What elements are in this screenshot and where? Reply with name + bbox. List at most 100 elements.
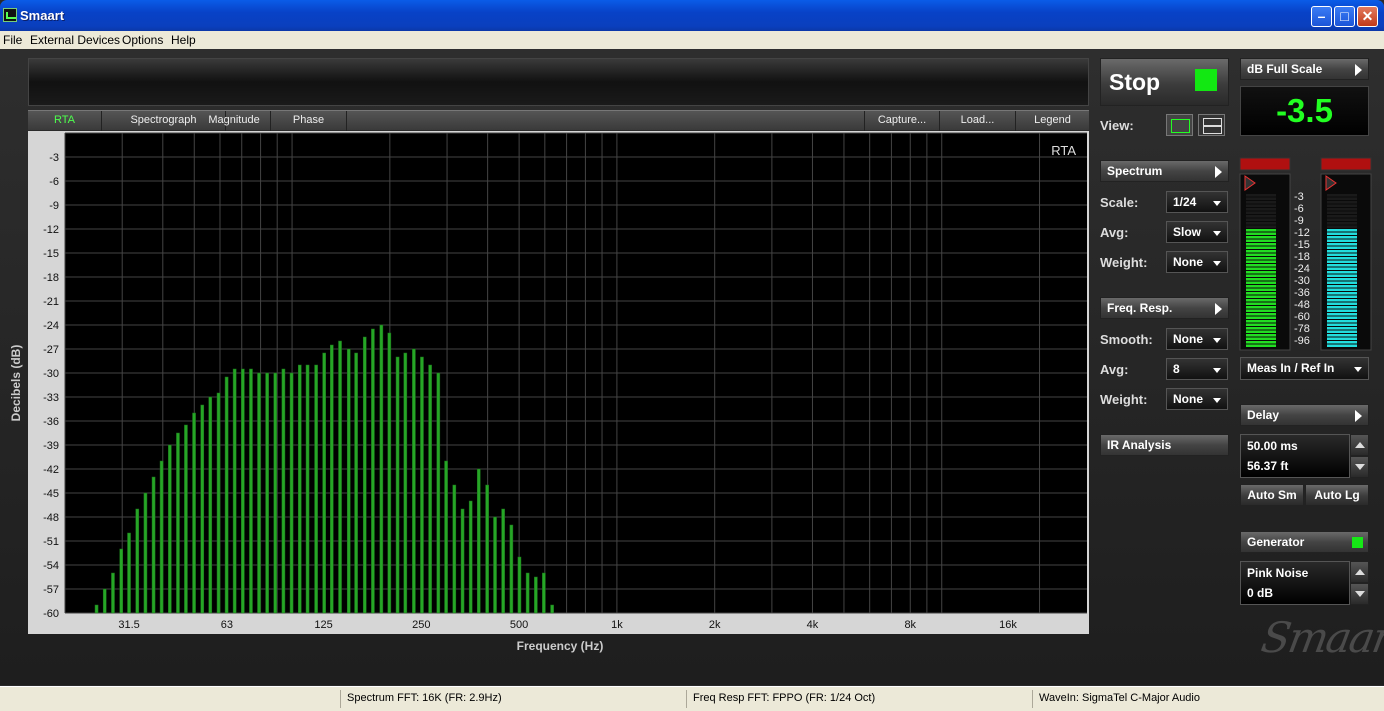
generator-on-indicator-icon[interactable] [1352, 537, 1363, 548]
expand-arrow-icon [1215, 303, 1222, 315]
left-meter-segment [1246, 327, 1276, 330]
meter-scale-label: -6 [1294, 203, 1304, 215]
generator-down-button[interactable] [1350, 583, 1369, 605]
weight-label: Weight: [1100, 255, 1148, 270]
chart-title: RTA [1051, 143, 1076, 158]
generator-level: 0 dB [1247, 586, 1274, 600]
rta-bar [216, 392, 221, 614]
smooth-select[interactable]: None [1166, 328, 1228, 350]
right-meter-segment [1327, 218, 1357, 221]
auto-sm-button[interactable]: Auto Sm [1240, 484, 1304, 506]
left-meter-segment [1246, 334, 1276, 337]
single-view-icon[interactable] [1166, 114, 1193, 136]
meter-scale-label: -3 [1294, 191, 1304, 203]
tab-rta[interactable]: RTA [28, 111, 102, 131]
dbfs-readout: -3.5 [1240, 86, 1369, 136]
y-tick-label: -3 [49, 152, 59, 164]
y-tick-label: -45 [43, 488, 59, 500]
menu-options[interactable]: Options [122, 33, 163, 47]
menu-help[interactable]: Help [171, 33, 196, 47]
chevron-down-icon [1213, 261, 1221, 266]
rta-plot[interactable]: -3 -6 -9 -12 -15 -18 -21 -24 -27 -30 -33 -36 -39 -42 -… [28, 131, 1089, 634]
generator-value-box[interactable]: Pink Noise 0 dB [1240, 561, 1350, 605]
left-meter-segment [1246, 222, 1276, 225]
delay-value-box[interactable]: 50.00 ms 56.37 ft [1240, 434, 1350, 478]
y-tick-label: -15 [43, 248, 59, 260]
left-meter-segment [1246, 299, 1276, 302]
close-icon: ✕ [1361, 8, 1374, 24]
rta-bar [468, 500, 473, 614]
y-tick-label: -27 [43, 344, 59, 356]
expand-arrow-icon [1215, 166, 1222, 178]
x-tick-label: 63 [221, 619, 233, 631]
dbfs-header-label: dB Full Scale [1247, 62, 1323, 76]
right-meter-segment [1327, 295, 1357, 298]
x-tick-label: 4k [807, 619, 819, 631]
freq-resp-header[interactable]: Freq. Resp. [1100, 297, 1229, 319]
rta-bar [371, 328, 375, 614]
right-meter-segment [1327, 236, 1357, 239]
left-meter-segment [1246, 341, 1276, 344]
tab-phase[interactable]: Phase [271, 111, 347, 131]
avg-select[interactable]: Slow [1166, 221, 1228, 243]
y-tick-label: -36 [43, 416, 59, 428]
left-meter-segment [1246, 232, 1276, 235]
split-view-icon[interactable] [1198, 114, 1225, 136]
weight-select[interactable]: None [1166, 251, 1228, 273]
rta-bar [493, 516, 497, 614]
delay-header[interactable]: Delay [1240, 404, 1369, 426]
auto-lg-button[interactable]: Auto Lg [1305, 484, 1369, 506]
stop-label: Stop [1109, 69, 1161, 95]
fr-weight-select[interactable]: None [1166, 388, 1228, 410]
rta-bar [102, 588, 107, 614]
rta-bar [412, 348, 416, 614]
load-button[interactable]: Load... [940, 111, 1016, 131]
meter-scale-label: -15 [1294, 239, 1310, 251]
chevron-down-icon [1213, 231, 1221, 236]
tab-magnitude[interactable]: Magnitude [198, 111, 271, 131]
rta-bar [452, 484, 457, 614]
meter-scale-label: -24 [1294, 263, 1310, 275]
maximize-button[interactable]: □ [1334, 6, 1355, 27]
delay-up-button[interactable] [1350, 434, 1369, 456]
left-meter-segment [1246, 264, 1276, 267]
left-meter-segment [1246, 302, 1276, 305]
spectrum-header[interactable]: Spectrum [1100, 160, 1229, 182]
left-meter-segment [1246, 274, 1276, 277]
right-meter-segment [1327, 320, 1357, 323]
weight-value: None [1173, 255, 1203, 269]
chevron-down-icon [1354, 367, 1362, 372]
menu-external-devices[interactable]: External Devices [30, 33, 120, 47]
left-meter-segment [1246, 285, 1276, 288]
left-meter-segment [1246, 313, 1276, 316]
delay-down-button[interactable] [1350, 456, 1369, 478]
rta-bar [289, 372, 294, 614]
delay-ms: 50.00 ms [1247, 439, 1298, 453]
ir-analysis-button[interactable]: IR Analysis [1100, 434, 1229, 456]
capture-button[interactable]: Capture... [864, 111, 940, 131]
dbfs-header[interactable]: dB Full Scale [1240, 58, 1369, 80]
left-meter-segment [1246, 218, 1276, 221]
scale-select[interactable]: 1/24 [1166, 191, 1228, 213]
rta-bar [517, 556, 522, 614]
fr-avg-select[interactable]: 8 [1166, 358, 1228, 380]
right-meter-segment [1327, 253, 1357, 256]
meter-scale-label: -96 [1294, 335, 1310, 347]
left-meter-segment [1246, 267, 1276, 270]
generator-header[interactable]: Generator [1240, 531, 1369, 553]
right-meter-segment [1327, 274, 1357, 277]
close-button[interactable]: ✕ [1357, 6, 1378, 27]
y-tick-label: -21 [43, 296, 59, 308]
x-tick-label: 8k [904, 619, 916, 631]
menu-file[interactable]: File [3, 33, 22, 47]
meter-source-select[interactable]: Meas In / Ref In [1240, 357, 1369, 380]
generator-up-button[interactable] [1350, 561, 1369, 583]
legend-button[interactable]: Legend [1016, 111, 1089, 131]
left-meter-segment [1246, 246, 1276, 249]
rta-bar [444, 460, 448, 614]
run-indicator-icon [1195, 69, 1217, 91]
app-icon [3, 8, 17, 22]
menu-bar: File External Devices Options Help [0, 31, 1384, 49]
minimize-button[interactable]: – [1311, 6, 1332, 27]
rta-bar [525, 572, 530, 614]
